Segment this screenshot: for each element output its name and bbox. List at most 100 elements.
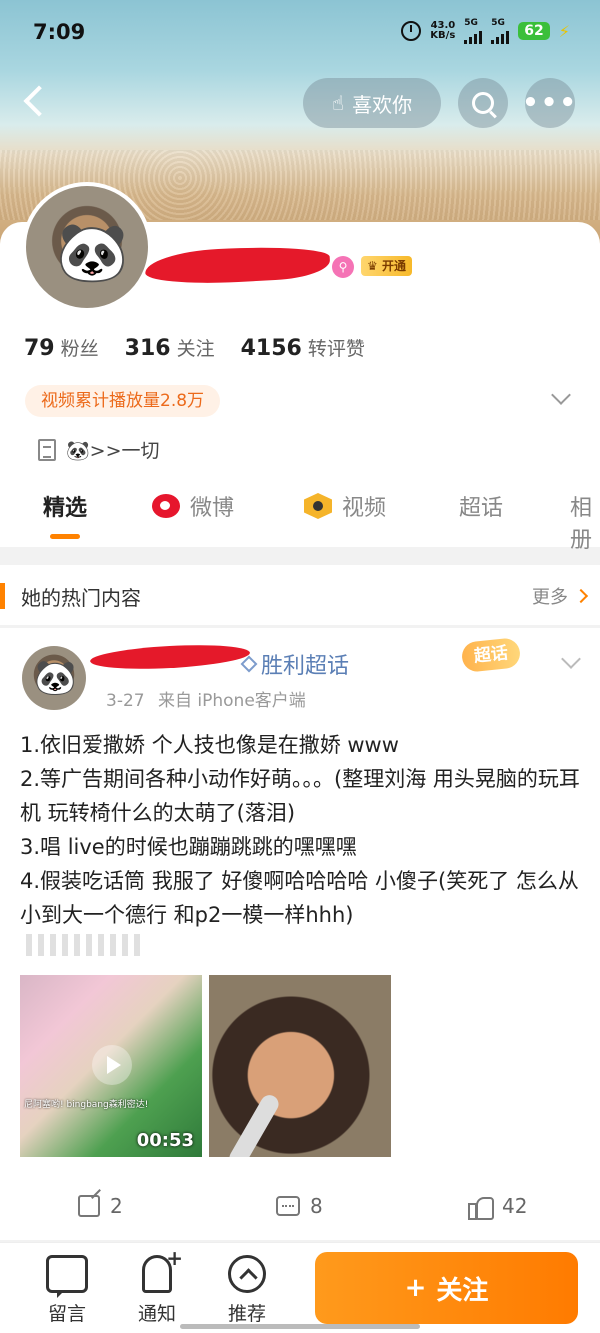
alarm-icon [401,21,422,41]
like-you-button[interactable]: ☝ 喜欢你 [303,78,441,128]
search-icon [472,92,494,114]
username-redaction [144,243,331,287]
bio: 🐼>>一切 [38,436,160,463]
play-icon [92,1045,132,1085]
more-icon: ••• [522,88,578,118]
tab-active-indicator [50,534,80,539]
nav-notify-label: 通知 [137,1303,176,1325]
tab-album[interactable]: 相册 [570,490,600,554]
post-date: 3-27 [106,691,145,711]
signal-icon [464,28,483,44]
tab-weibo[interactable]: 微博 [152,490,234,522]
post-line: 2.等广告期间各种小动作好萌。。。(整理刘海 用头晃脑的玩耳机 玩转椅什么的太萌… [20,767,580,825]
post-avatar[interactable] [22,646,86,710]
avatar[interactable] [22,182,152,312]
video-icon [304,493,332,519]
profile-card: ⚲ ♛ 开通 79粉丝 316关注 4156转评赞 视频累计播放量2.8万 🐼>… [0,182,600,553]
weibo-icon [152,494,180,518]
post-photo-thumbnail[interactable] [209,975,391,1157]
stat-interactions-count: 4156 [240,336,302,361]
status-icons: 43.0 KB/s 5G 5G 62 ⚡ [401,18,570,44]
comment-count: 8 [310,1194,323,1218]
tab-weibo-label: 微博 [190,496,235,521]
post-body: 1.依旧爱撒娇 个人技也像是在撒娇 www 2.等广告期间各种小动作好萌。。。(… [20,728,590,932]
stat-fans-label: 粉丝 [60,338,99,360]
bottom-nav: 留言 通知 推荐 + 关注 [0,1242,600,1333]
post-line: 1.依旧爱撒娇 个人技也像是在撒娇 www [20,733,399,757]
hot-more-label: 更多 [532,587,568,608]
stat-interactions[interactable]: 4156 转评赞 [241,334,365,361]
post-username-redaction [89,641,251,673]
tab-supertopic-label: 超话 [459,496,504,521]
net-speed-unit: KB/s [430,30,456,41]
bell-icon [142,1246,183,1293]
post-line: 3.唱 live的时候也蹦蹦跳跳的嘿嘿嘿 [20,835,357,859]
nav-message-label: 留言 [47,1303,86,1325]
back-button[interactable] [18,82,58,122]
post-card: 胜利超话 超话 3-27 来自 iPhone客户端 1.依旧爱撒娇 个人技也像是… [0,628,600,1240]
nav-recommend[interactable]: 推荐 [217,1255,277,1326]
battery-level: 62 [518,22,550,40]
microphone-shape [226,1091,282,1157]
home-indicator[interactable] [180,1324,420,1329]
like-you-label: 喜欢你 [352,92,413,117]
tab-album-label: 相册 [570,496,593,553]
thumbs-up-icon [468,1195,494,1220]
stat-following-label: 关注 [176,338,215,360]
charging-icon: ⚡ [558,21,570,41]
tab-featured[interactable]: 精选 [43,490,87,522]
document-icon [38,438,56,461]
signal-2: 5G [491,18,510,44]
tab-featured-label: 精选 [43,496,88,521]
signal-1-label: 5G [464,18,478,28]
tab-supertopic[interactable]: 超话 [459,490,503,522]
crown-icon: ♛ [367,259,378,273]
status-time: 7:09 [33,20,86,44]
stat-fans-count: 79 [24,336,55,361]
post-line: 4.假装吃话筒 我服了 好傻啊哈哈哈哈 小傻子(笑死了 怎么从小到大一个德行 和… [20,869,579,927]
stat-fans[interactable]: 79 粉丝 [24,334,99,361]
tab-video-label: 视频 [342,496,387,521]
more-button[interactable]: ••• [522,78,578,128]
hot-content-title: 她的热门内容 [21,586,141,610]
share-count: 2 [110,1194,123,1218]
stat-following[interactable]: 316 关注 [125,334,215,361]
post-source: 来自 iPhone客户端 [158,691,306,711]
status-bar: 7:09 43.0 KB/s 5G 5G 62 ⚡ [0,0,600,64]
share-button[interactable]: 2 [78,1194,123,1218]
hot-content-header: 她的热门内容 更多 [0,565,600,625]
vip-icon[interactable]: ⚲ [332,256,354,278]
video-duration: 00:53 [136,1130,194,1151]
tab-video[interactable]: 视频 [304,490,386,522]
post-meta: 3-27 来自 iPhone客户端 [106,686,306,711]
hot-more-link[interactable]: 更多 [532,583,589,609]
vip-open-badge[interactable]: ♛ 开通 [361,256,412,276]
supertopic-badge[interactable]: 超话 [460,637,522,673]
like-button[interactable]: 42 [468,1194,527,1220]
search-button[interactable] [458,78,508,128]
plus-icon: + [404,1273,427,1303]
nav-message[interactable]: 留言 [37,1255,97,1326]
video-subtitle: 尼阿塞哟! bingbang森利密达! [24,1100,149,1110]
video-plays-badge[interactable]: 视频累计播放量2.8万 [25,385,221,417]
post-video-thumbnail[interactable]: 尼阿塞哟! bingbang森利密达! 00:53 [20,975,202,1157]
stat-interactions-label: 转评赞 [307,338,365,360]
supertopic-label: 胜利超话 [261,654,350,679]
hand-icon: ☝ [331,91,345,115]
chevron-up-icon [228,1255,266,1293]
signal-icon [491,28,510,44]
nav-recommend-label: 推荐 [227,1303,266,1325]
post-menu-chevron-icon[interactable] [561,649,581,669]
chevron-right-icon [573,588,589,604]
profile-tabs: 精选 微博 视频 超话 相册 [0,490,600,553]
follow-button[interactable]: + 关注 [315,1252,578,1324]
chevron-down-icon[interactable] [551,385,571,405]
comment-button[interactable]: 8 [276,1194,323,1218]
nav-notify[interactable]: 通知 [127,1246,187,1326]
net-speed: 43.0 KB/s [430,21,455,41]
follow-label: 关注 [436,1275,489,1306]
bio-text: 🐼>>一切 [66,440,160,462]
supertopic-link[interactable]: 胜利超话 [240,648,350,680]
stat-following-count: 316 [124,336,171,361]
signal-1: 5G [464,18,483,44]
